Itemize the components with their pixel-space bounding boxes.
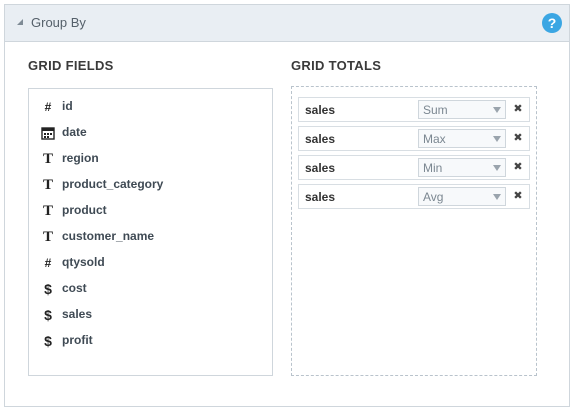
remove-icon[interactable]: ✖ [512, 189, 524, 203]
field-item-qtysold[interactable]: # qtysold [29, 250, 272, 276]
field-label: cost [62, 281, 87, 295]
total-field-label: sales [305, 190, 336, 204]
field-item-id[interactable]: # id [29, 94, 272, 120]
aggregate-select[interactable]: Min [418, 158, 506, 177]
grid-fields-title: GRID FIELDS [28, 58, 114, 73]
panel-title: Group By [31, 15, 86, 30]
panel-header[interactable]: Group By ? [5, 5, 569, 42]
number-type-icon: # [44, 100, 52, 114]
text-type-icon: T [42, 229, 53, 245]
field-label: date [62, 125, 87, 139]
total-field-label: sales [305, 161, 336, 175]
field-item-cost[interactable]: $ cost [29, 276, 272, 302]
calendar-icon [41, 126, 55, 140]
field-item-sales[interactable]: $ sales [29, 302, 272, 328]
field-label: id [62, 99, 73, 113]
currency-type-icon: $ [44, 333, 52, 349]
text-type-icon: T [42, 203, 53, 219]
field-item-region[interactable]: T region [29, 146, 272, 172]
field-label: sales [62, 307, 93, 321]
field-label: qtysold [62, 255, 105, 269]
total-row-min[interactable]: sales Min ✖ [298, 155, 530, 180]
grid-totals-title: GRID TOTALS [291, 58, 382, 73]
total-row-sum[interactable]: sales Sum ✖ [298, 97, 530, 122]
field-label: region [62, 151, 99, 165]
chevron-down-icon [493, 194, 501, 200]
chevron-down-icon [493, 136, 501, 142]
chevron-down-icon [493, 165, 501, 171]
field-item-profit[interactable]: $ profit [29, 328, 272, 354]
collapse-triangle-icon[interactable] [17, 19, 23, 25]
currency-type-icon: $ [44, 307, 52, 323]
aggregate-select[interactable]: Sum [418, 100, 506, 119]
grid-totals-dropzone[interactable]: sales Sum ✖ sales Max ✖ sales Min ✖ sale… [291, 86, 537, 376]
field-item-customer-name[interactable]: T customer_name [29, 224, 272, 250]
aggregate-value: Sum [423, 103, 448, 117]
number-type-icon: # [44, 256, 52, 270]
field-label: customer_name [62, 229, 155, 243]
total-field-label: sales [305, 103, 336, 117]
field-item-date[interactable]: date [29, 120, 272, 146]
aggregate-select[interactable]: Max [418, 129, 506, 148]
grid-fields-list: # id date T region T product_category T … [28, 88, 273, 376]
total-field-label: sales [305, 132, 336, 146]
aggregate-value: Avg [423, 190, 444, 204]
currency-type-icon: $ [44, 281, 52, 297]
help-icon[interactable]: ? [542, 13, 562, 33]
field-item-product[interactable]: T product [29, 198, 272, 224]
total-row-avg[interactable]: sales Avg ✖ [298, 184, 530, 209]
text-type-icon: T [42, 177, 53, 193]
aggregate-select[interactable]: Avg [418, 187, 506, 206]
text-type-icon: T [42, 151, 53, 167]
aggregate-value: Max [423, 132, 446, 146]
total-row-max[interactable]: sales Max ✖ [298, 126, 530, 151]
aggregate-value: Min [423, 161, 443, 175]
field-item-product-category[interactable]: T product_category [29, 172, 272, 198]
chevron-down-icon [493, 107, 501, 113]
remove-icon[interactable]: ✖ [512, 131, 524, 145]
remove-icon[interactable]: ✖ [512, 160, 524, 174]
remove-icon[interactable]: ✖ [512, 102, 524, 116]
field-label: product [62, 203, 107, 217]
field-label: profit [62, 333, 93, 347]
field-label: product_category [62, 177, 164, 191]
